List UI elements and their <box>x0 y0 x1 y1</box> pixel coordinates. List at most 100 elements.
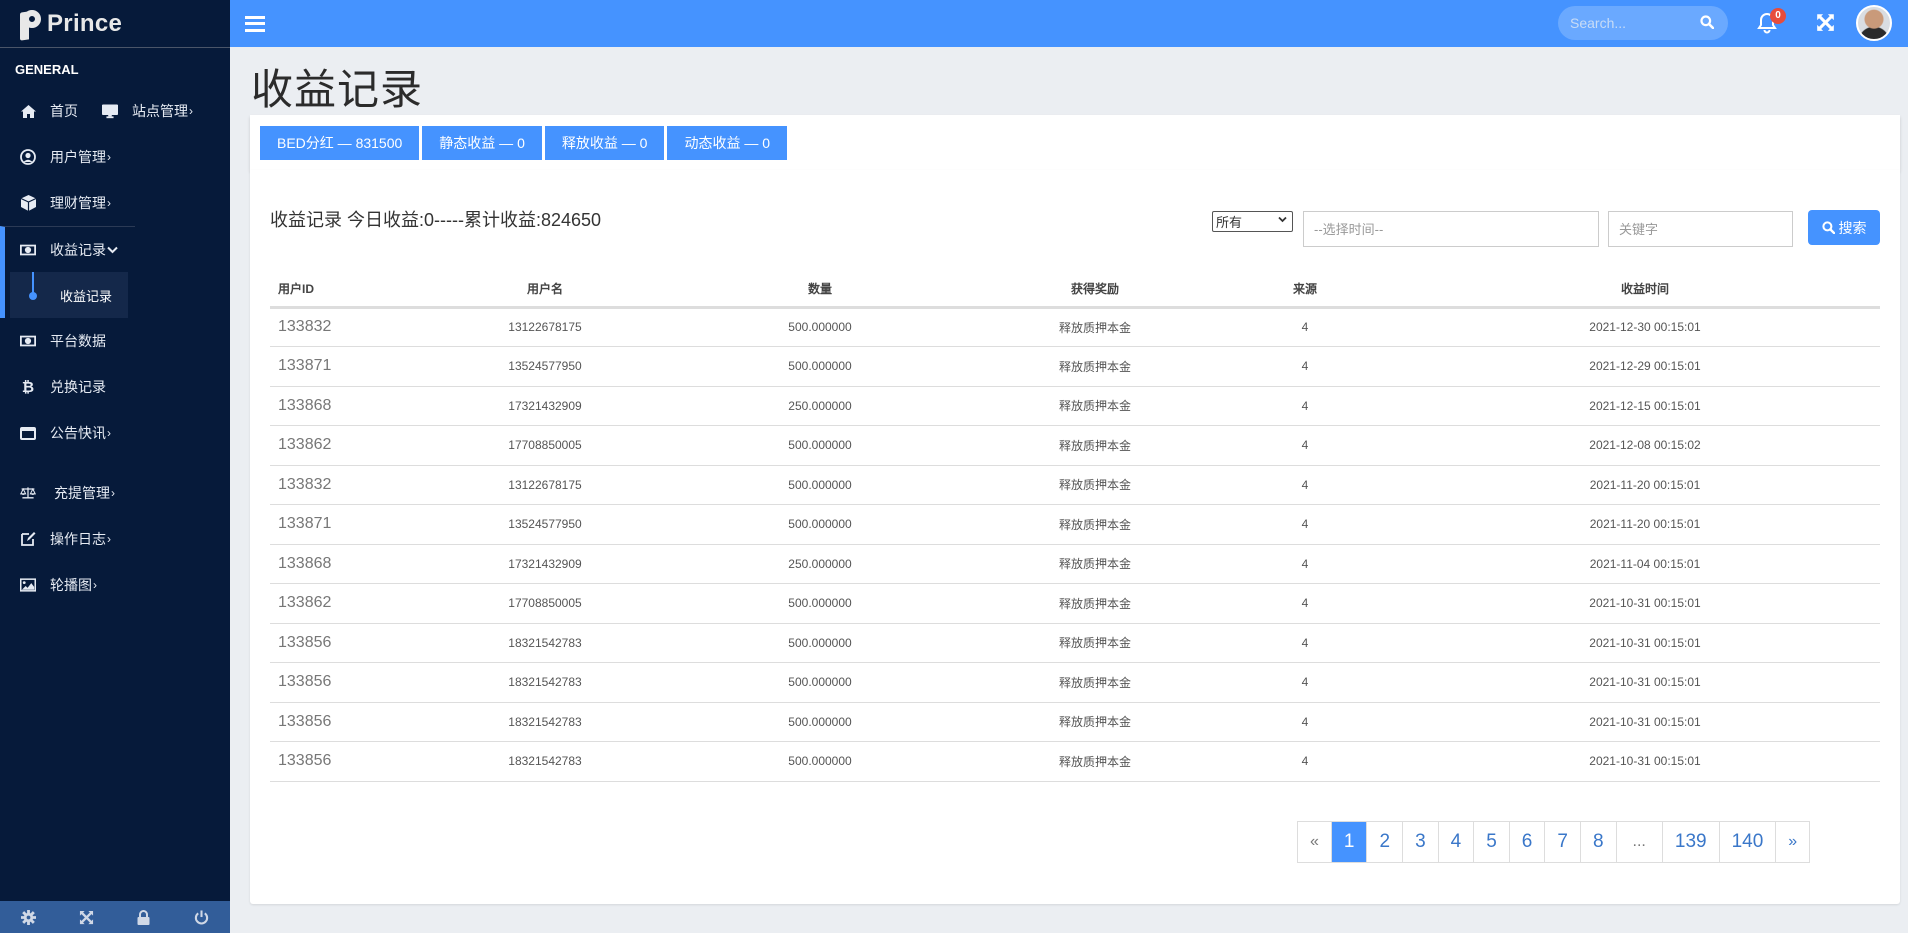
fullscreen-icon[interactable] <box>1816 13 1836 33</box>
pagination-page-button[interactable]: 1 <box>1330 822 1367 862</box>
cell-reward: 释放质押本金 <box>990 504 1200 545</box>
sidebar-item-platform-data[interactable]: 平台数据 <box>0 318 230 364</box>
app-name: Prince <box>47 9 123 37</box>
header-search <box>1558 6 1728 40</box>
tab-dynamic-earnings[interactable]: 动态收益 — 0 <box>667 125 788 160</box>
cell-source: 4 <box>1200 623 1410 663</box>
column-header-source[interactable]: 来源 <box>1200 272 1410 309</box>
table-row[interactable]: 133856 18321542783 500.000000 释放质押本金 4 2021-1… <box>270 741 1880 782</box>
pagination-prev-button[interactable]: « <box>1298 822 1331 862</box>
time-range-input[interactable] <box>1303 211 1599 247</box>
logo[interactable]: Prince <box>0 0 230 48</box>
cell-reward: 释放质押本金 <box>990 662 1200 703</box>
cell-username: 17321432909 <box>440 386 650 426</box>
cell-earning-time: 2021-12-29 00:15:01 <box>1410 346 1880 387</box>
column-header-username[interactable]: 用户名 <box>440 272 650 309</box>
cell-user-id: 133862 <box>270 583 440 624</box>
desktop-icon <box>102 103 118 119</box>
user-avatar[interactable] <box>1856 5 1892 41</box>
table-header-row: 用户ID 用户名 数量 获得奖励 来源 收益时间 <box>270 272 1880 309</box>
cell-reward: 释放质押本金 <box>990 583 1200 624</box>
pagination-page-button[interactable]: 4 <box>1437 822 1474 862</box>
sidebar-item-label: 兑换记录 <box>50 379 106 395</box>
gear-icon[interactable] <box>19 907 39 927</box>
pagination-page-button[interactable]: 7 <box>1544 822 1580 862</box>
column-header-reward[interactable]: 获得奖励 <box>990 272 1200 309</box>
cell-quantity: 500.000000 <box>650 504 990 545</box>
keyword-input[interactable] <box>1608 211 1793 247</box>
table-row[interactable]: 133871 13524577950 500.000000 释放质押本金 4 2021-1… <box>270 504 1880 545</box>
pagination-page-button[interactable]: 2 <box>1366 822 1402 862</box>
table-row[interactable]: 133856 18321542783 500.000000 释放质押本金 4 2021-1… <box>270 623 1880 663</box>
column-header-earning-time[interactable]: 收益时间 <box>1410 272 1880 309</box>
sidebar-item-finance-management[interactable]: 理财管理 › <box>0 180 230 226</box>
tab-static-earnings[interactable]: 静态收益 — 0 <box>422 125 542 160</box>
chevron-right-icon: › <box>107 150 111 164</box>
cell-username: 18321542783 <box>440 662 650 703</box>
cell-source: 4 <box>1200 583 1410 624</box>
sidebar-item-deposit-withdraw[interactable]: 充提管理 › <box>0 470 230 516</box>
pagination-page-button[interactable]: 6 <box>1508 822 1545 862</box>
pagination-next-button[interactable]: » <box>1775 822 1809 862</box>
sidebar-item-user-management[interactable]: 用户管理 › <box>0 134 230 180</box>
chevron-down-icon <box>1278 214 1287 226</box>
page-title: 收益记录 <box>251 66 424 113</box>
table-row[interactable]: 133871 13524577950 500.000000 释放质押本金 4 2021-1… <box>270 346 1880 387</box>
table-row[interactable]: 133868 17321432909 250.000000 释放质押本金 4 2021-1… <box>270 386 1880 426</box>
table-body: 133832 13122678175 500.000000 释放质押本金 4 2021-1… <box>270 307 1880 782</box>
sidebar-item-carousel[interactable]: 轮播图 › <box>0 562 230 608</box>
cell-source: 4 <box>1200 465 1410 505</box>
pagination-page-button[interactable]: 3 <box>1402 822 1438 862</box>
balance-scale-icon <box>20 485 36 501</box>
cell-source: 4 <box>1200 307 1410 347</box>
search-icon <box>1821 221 1835 234</box>
pagination-page-button[interactable]: 139 <box>1661 822 1719 862</box>
sidebar: Prince GENERAL 首页 站点管理 › 用户管理 › 理财管理 › 收… <box>0 0 230 933</box>
column-header-user-id[interactable]: 用户ID <box>270 272 440 309</box>
lock-icon[interactable] <box>134 907 154 927</box>
tab-bed-dividend[interactable]: BED分红 — 831500 <box>260 125 420 160</box>
sidebar-item-label: 站点管理 <box>132 103 188 119</box>
cell-reward: 释放质押本金 <box>990 702 1200 742</box>
power-icon[interactable] <box>191 907 211 927</box>
menu-toggle-icon[interactable] <box>245 15 265 32</box>
cell-quantity: 250.000000 <box>650 386 990 426</box>
active-dot-icon <box>29 292 37 300</box>
cell-reward: 释放质押本金 <box>990 544 1200 584</box>
window-icon <box>20 425 36 441</box>
type-filter-select[interactable]: 所有 <box>1212 211 1293 232</box>
header-search-input[interactable] <box>1558 15 1688 31</box>
cell-earning-time: 2021-10-31 00:15:01 <box>1410 583 1880 624</box>
table-row[interactable]: 133832 13122678175 500.000000 释放质押本金 4 2021-1… <box>270 307 1880 347</box>
search-icon[interactable] <box>1700 15 1715 34</box>
sidebar-item-announcements[interactable]: 公告快讯 › <box>0 410 230 456</box>
cell-user-id: 133862 <box>270 425 440 466</box>
search-button[interactable]: 搜索 <box>1808 210 1880 245</box>
table-row[interactable]: 133868 17321432909 250.000000 释放质押本金 4 2021-1… <box>270 544 1880 584</box>
table-row[interactable]: 133862 17708850005 500.000000 释放质押本金 4 2021-1… <box>270 583 1880 624</box>
chevron-right-icon: › <box>107 196 111 210</box>
table-row[interactable]: 133856 18321542783 500.000000 释放质押本金 4 2021-1… <box>270 662 1880 703</box>
column-header-quantity[interactable]: 数量 <box>650 272 990 309</box>
table-row[interactable]: 133856 18321542783 500.000000 释放质押本金 4 2021-1… <box>270 702 1880 742</box>
cell-source: 4 <box>1200 741 1410 782</box>
table-row[interactable]: 133862 17708850005 500.000000 释放质押本金 4 2021-1… <box>270 425 1880 466</box>
sidebar-item-home[interactable]: 首页 <box>0 88 78 134</box>
type-filter-value: 所有 <box>1216 215 1243 230</box>
sidebar-item-operation-log[interactable]: 操作日志 › <box>0 516 230 562</box>
sidebar-item-earnings-records[interactable]: 收益记录 <box>0 226 135 272</box>
cell-quantity: 500.000000 <box>650 623 990 663</box>
sidebar-subitem-earnings-records[interactable]: 收益记录 <box>10 272 128 318</box>
expand-icon[interactable] <box>76 907 96 927</box>
cell-earning-time: 2021-11-04 00:15:01 <box>1410 544 1880 584</box>
pagination-page-button[interactable]: 8 <box>1579 822 1616 862</box>
pagination-page-button[interactable]: 5 <box>1473 822 1509 862</box>
sidebar-item-site-management[interactable]: 站点管理 › <box>102 88 193 134</box>
cell-reward: 释放质押本金 <box>990 425 1200 466</box>
sidebar-section-title: GENERAL <box>15 62 79 77</box>
tab-release-earnings[interactable]: 释放收益 — 0 <box>544 125 665 160</box>
pagination-page-button[interactable]: 140 <box>1718 822 1776 862</box>
sidebar-item-label: 首页 <box>50 103 78 119</box>
sidebar-item-exchange-records[interactable]: ₿ 兑换记录 <box>0 364 230 410</box>
table-row[interactable]: 133832 13122678175 500.000000 释放质押本金 4 2021-1… <box>270 465 1880 505</box>
